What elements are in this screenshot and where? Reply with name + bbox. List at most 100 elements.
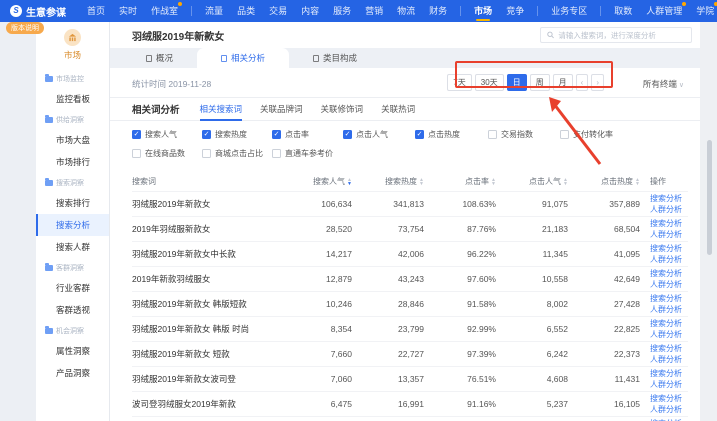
action-cell: 搜索分析人群分析	[640, 292, 688, 317]
sub-tab[interactable]: 关联修饰词	[321, 98, 364, 121]
metric-checkbox[interactable]: ✓搜索热度	[202, 129, 272, 140]
nav-item[interactable]: 首页	[87, 0, 105, 22]
metric-checkbox[interactable]: ✓点击热度	[415, 129, 488, 140]
nav-item[interactable]: 物流	[397, 0, 415, 22]
action-link[interactable]: 人群分析	[650, 304, 688, 315]
metric-checkbox[interactable]: ✓点击率	[272, 129, 343, 140]
range-button[interactable]: 日	[507, 74, 527, 91]
action-link[interactable]: 人群分析	[650, 354, 688, 365]
nav-item[interactable]: 品类	[237, 0, 255, 22]
nav-item[interactable]: 人群管理	[646, 0, 682, 22]
action-link[interactable]: 搜索分析	[650, 218, 688, 229]
sort-icon[interactable]: ▲▼	[563, 178, 568, 186]
value-cell: 341,813	[352, 192, 424, 217]
action-link[interactable]: 搜索分析	[650, 318, 688, 329]
table-header: 搜索词搜索人气▲▼搜索热度▲▼点击率▲▼点击人气▲▼点击热度▲▼操作	[132, 171, 688, 192]
action-cell: 搜索分析人群分析	[640, 417, 688, 421]
column-header[interactable]: 点击人气▲▼	[496, 171, 568, 192]
metric-checkbox[interactable]: 直通车参考价	[272, 148, 352, 159]
range-button[interactable]: 周	[530, 74, 550, 91]
pager-button[interactable]: ‹	[576, 74, 589, 91]
action-link[interactable]: 人群分析	[650, 329, 688, 340]
metric-checkbox[interactable]: 商城点击占比	[202, 148, 272, 159]
action-link[interactable]: 搜索分析	[650, 243, 688, 254]
nav-item[interactable]: 取数	[614, 0, 632, 22]
sort-icon[interactable]: ▲▼	[635, 178, 640, 186]
table-row: 羽绒服2019年新款女 短款 学生5,84714,58980.23%4,2261…	[132, 417, 688, 421]
sub-tab[interactable]: 关联品牌词	[260, 98, 303, 121]
keyword-cell: 2019年羽绒服新款女	[132, 217, 280, 242]
nav-item[interactable]: 学院	[696, 0, 714, 22]
sub-tab[interactable]: 关联热词	[381, 98, 415, 121]
metric-checkbox[interactable]: ✓搜索人气	[132, 129, 202, 140]
nav-item[interactable]: 流量	[205, 0, 223, 22]
action-link[interactable]: 人群分析	[650, 254, 688, 265]
search-input[interactable]	[558, 31, 685, 40]
action-link[interactable]: 人群分析	[650, 379, 688, 390]
scrollbar-thumb[interactable]	[707, 140, 712, 255]
column-header[interactable]: 点击热度▲▼	[568, 171, 640, 192]
action-link[interactable]: 搜索分析	[650, 343, 688, 354]
page-tab[interactable]: 类目构成	[289, 48, 381, 68]
metric-checkbox[interactable]: ✓点击人气	[343, 129, 415, 140]
action-link[interactable]: 搜索分析	[650, 268, 688, 279]
sidebar-item[interactable]: 搜索分析	[36, 214, 109, 236]
value-cell: 97.39%	[424, 342, 496, 367]
main-content: 羽绒服2019年新款女 概况相关分析类目构成 统计时间 2019-11-28 7…	[110, 22, 700, 421]
sidebar-item[interactable]: 搜索排行	[36, 192, 109, 214]
pager-button[interactable]: ›	[591, 74, 604, 91]
metric-checkbox[interactable]: 在线商品数	[132, 148, 202, 159]
nav-item[interactable]: 财务	[429, 0, 447, 22]
nav-item[interactable]: 实时	[119, 0, 137, 22]
value-cell: 10,558	[496, 267, 568, 292]
range-button[interactable]: 30天	[475, 74, 504, 91]
terminal-filter[interactable]: 所有终端∨	[643, 78, 684, 90]
action-link[interactable]: 人群分析	[650, 279, 688, 290]
right-scroll-area	[700, 22, 717, 421]
sidebar-item[interactable]: 客群透视	[36, 299, 109, 321]
sort-icon[interactable]: ▲▼	[347, 178, 352, 186]
nav-item[interactable]: 营销	[365, 0, 383, 22]
range-button[interactable]: 7天	[447, 74, 471, 91]
action-link[interactable]: 搜索分析	[650, 368, 688, 379]
nav-item[interactable]: 作战室	[151, 0, 178, 22]
action-link[interactable]: 搜索分析	[650, 193, 688, 204]
table-row: 羽绒服2019年新款女波司登7,06013,35776.51%4,60811,4…	[132, 367, 688, 392]
action-link[interactable]: 人群分析	[650, 404, 688, 415]
nav-item[interactable]: 市场	[474, 0, 492, 22]
sidebar-item[interactable]: 行业客群	[36, 277, 109, 299]
metric-checkbox[interactable]: 支付转化率	[560, 129, 688, 140]
metric-checkbox[interactable]: 交易指数	[488, 129, 560, 140]
nav-item[interactable]: 业务专区	[551, 0, 587, 22]
sort-icon[interactable]: ▲▼	[491, 178, 496, 186]
nav-item[interactable]: 竞争	[506, 0, 524, 22]
action-link[interactable]: 搜索分析	[650, 393, 688, 404]
value-cell: 10,246	[280, 292, 352, 317]
action-link[interactable]: 人群分析	[650, 229, 688, 240]
column-header[interactable]: 点击率▲▼	[424, 171, 496, 192]
value-cell: 96.22%	[424, 242, 496, 267]
sidebar-item[interactable]: 监控看板	[36, 88, 109, 110]
sidebar-item[interactable]: 产品洞察	[36, 362, 109, 384]
column-header[interactable]: 搜索人气▲▼	[280, 171, 352, 192]
action-link[interactable]: 人群分析	[650, 204, 688, 215]
page-tab[interactable]: 概况	[122, 48, 197, 68]
range-button[interactable]: 月	[553, 74, 573, 91]
column-header[interactable]: 搜索热度▲▼	[352, 171, 424, 192]
action-link[interactable]: 搜索分析	[650, 293, 688, 304]
page-title: 羽绒服2019年新款女	[132, 28, 224, 43]
page-tab[interactable]: 相关分析	[197, 48, 289, 68]
nav-item[interactable]: 交易	[269, 0, 287, 22]
sidebar-item[interactable]: 搜索人群	[36, 236, 109, 258]
value-cell: 4,608	[496, 367, 568, 392]
version-badge[interactable]: 版本说明	[6, 22, 44, 34]
sidebar-item[interactable]: 属性洞察	[36, 340, 109, 362]
sub-tab[interactable]: 相关搜索词	[200, 98, 243, 121]
sidebar-item[interactable]: 市场排行	[36, 151, 109, 173]
nav-item[interactable]: 内容	[301, 0, 319, 22]
sub-tabs: 相关搜索词关联品牌词关联修饰词关联热词	[200, 98, 434, 121]
sort-icon[interactable]: ▲▼	[419, 178, 424, 186]
nav-item[interactable]: 服务	[333, 0, 351, 22]
sidebar-item[interactable]: 市场大盘	[36, 129, 109, 151]
brand[interactable]: S 生意参谋	[10, 4, 66, 19]
